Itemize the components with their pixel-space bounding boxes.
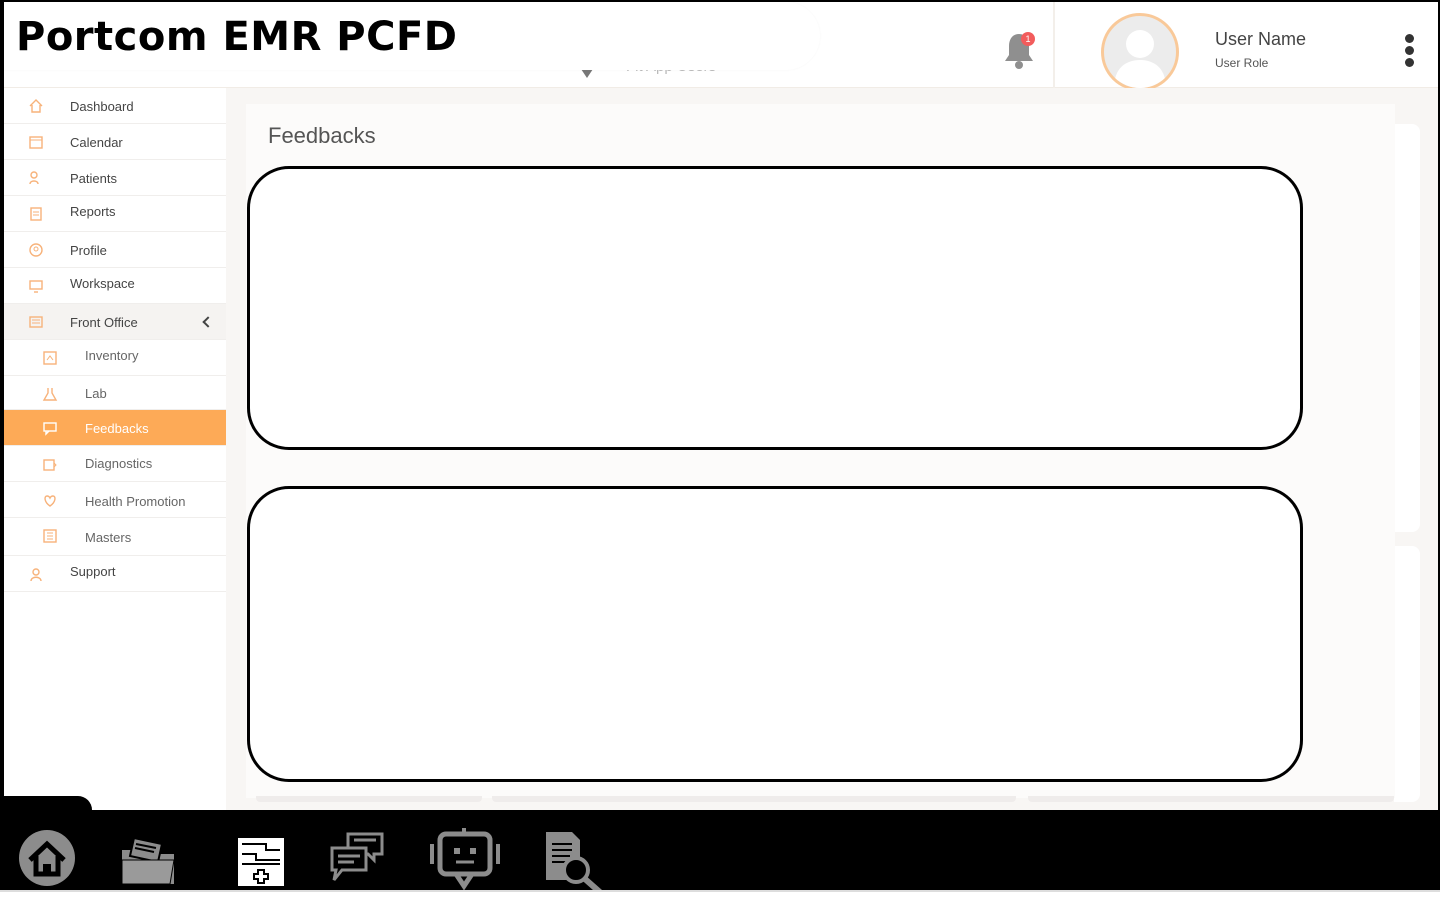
side-card: [1394, 124, 1420, 532]
sidebar-item-label: Reports: [70, 204, 116, 219]
sidebar-item-inventory[interactable]: Inventory: [4, 340, 226, 376]
diagnostics-icon: [43, 459, 57, 471]
app-title-banner: Portcom EMR PCFD: [4, 2, 820, 70]
sidebar-item-label: Dashboard: [70, 99, 134, 114]
sidebar-item-profile[interactable]: Profile: [4, 232, 226, 268]
notification-badge: 1: [1021, 32, 1035, 46]
sidebar-item-label: Support: [70, 564, 116, 579]
feedback-card[interactable]: [247, 486, 1303, 782]
sidebar-item-patients[interactable]: Patients: [4, 160, 226, 196]
sidebar-item-label: Patients: [70, 171, 117, 186]
reports-icon: [30, 207, 42, 221]
support-icon: [30, 568, 42, 582]
user-silhouette-icon: [1114, 30, 1166, 88]
chevron-left-icon[interactable]: [202, 316, 214, 328]
sidebar-item-label: Inventory: [85, 348, 139, 363]
avatar[interactable]: [1101, 13, 1179, 91]
bottom-dock: [0, 810, 1440, 890]
user-role: User Role: [1215, 56, 1269, 70]
sidebar-item-calendar[interactable]: Calendar: [4, 124, 226, 160]
sidebar: Dashboard Calendar Patients Reports Prof…: [4, 88, 226, 796]
sidebar-item-support[interactable]: Support: [4, 556, 226, 592]
calendar-icon: [29, 136, 43, 149]
folder-icon[interactable]: [118, 830, 178, 888]
card-edge: [492, 796, 1016, 802]
patients-icon: [29, 171, 39, 185]
masters-icon: [43, 529, 57, 543]
sidebar-item-label: Profile: [70, 243, 107, 258]
sidebar-item-label: Masters: [85, 530, 132, 545]
robot-icon[interactable]: [428, 826, 502, 892]
sidebar-item-label: Front Office: [70, 315, 138, 330]
sidebar-item-label: Health Promotion: [85, 494, 186, 509]
sidebar-item-reports[interactable]: Reports: [4, 196, 226, 232]
header-divider: [1053, 2, 1055, 88]
medical-record-icon[interactable]: [236, 836, 286, 888]
health-promotion-icon: [44, 495, 56, 507]
dock-bottom-strip: [0, 890, 1440, 900]
more-options-icon[interactable]: [1401, 34, 1417, 72]
sidebar-item-masters[interactable]: Masters: [4, 518, 226, 556]
sidebar-item-label: Calendar: [70, 135, 123, 150]
sidebar-item-health-promotion[interactable]: Health Promotion: [4, 482, 226, 518]
feedback-icon: [43, 422, 57, 436]
frame-left: [0, 0, 4, 900]
side-card: [1394, 546, 1420, 802]
feedback-card[interactable]: [247, 166, 1303, 450]
app-title: Portcom EMR PCFD: [16, 14, 458, 60]
monitor-icon: [29, 280, 43, 293]
page-title: Feedbacks: [268, 123, 376, 148]
home-icon[interactable]: [12, 826, 82, 890]
inventory-icon: [43, 351, 57, 365]
front-office-icon: [29, 316, 43, 328]
sidebar-item-feedbacks[interactable]: Feedbacks: [4, 410, 226, 446]
card-edge: [256, 796, 482, 802]
sidebar-item-front-office[interactable]: Front Office: [4, 304, 226, 340]
sidebar-item-label: Diagnostics: [85, 456, 153, 471]
lab-icon: [42, 388, 58, 401]
sidebar-item-label: Workspace: [70, 276, 135, 291]
user-name: User Name: [1215, 29, 1307, 49]
home-icon: [29, 99, 43, 113]
profile-icon: [29, 243, 43, 257]
sidebar-item-label: Feedbacks: [85, 421, 149, 436]
sidebar-item-diagnostics[interactable]: Diagnostics: [4, 446, 226, 482]
sidebar-item-workspace[interactable]: Workspace: [4, 268, 226, 304]
sidebar-item-lab[interactable]: Lab: [4, 376, 226, 410]
sidebar-item-label: Lab: [85, 386, 107, 401]
document-search-icon[interactable]: [544, 830, 610, 896]
sidebar-item-dashboard[interactable]: Dashboard: [4, 88, 226, 124]
card-edge: [1028, 796, 1394, 802]
chat-icon[interactable]: [328, 830, 386, 886]
